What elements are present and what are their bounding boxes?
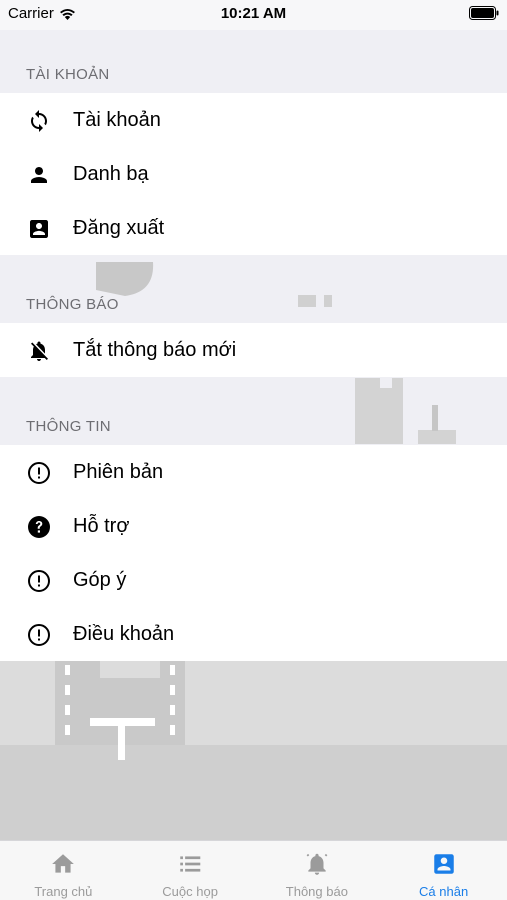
contact-card-icon — [26, 216, 52, 242]
info-circle-icon — [26, 460, 52, 486]
home-icon — [52, 854, 75, 873]
row-contacts-label: Danh bạ — [73, 163, 149, 185]
row-feedback[interactable]: Góp ý — [0, 553, 507, 607]
status-time: 10:21 AM — [220, 5, 287, 22]
help-circle-icon — [26, 514, 52, 540]
row-mute-notifications-label: Tắt thông báo mới — [73, 339, 237, 361]
list-icon — [180, 856, 201, 872]
row-terms-label: Điều khoản — [73, 623, 175, 645]
row-version-label: Phiên bản — [73, 461, 164, 483]
row-version[interactable]: Phiên bản — [0, 445, 507, 499]
section-header-info: THÔNG TIN — [26, 418, 111, 435]
info-circle-icon — [26, 622, 52, 648]
row-mute-notifications[interactable]: Tắt thông báo mới — [0, 323, 507, 377]
battery-icon — [469, 6, 499, 24]
info-group: Phiên bản Hỗ trợ Góp ý Điều khoản — [0, 445, 507, 661]
row-account[interactable]: Tài khoản — [0, 93, 507, 147]
tab-personal[interactable]: Cá nhân — [380, 841, 507, 900]
row-feedback-label: Góp ý — [73, 569, 127, 591]
tab-meetings-label: Cuộc họp — [162, 884, 218, 899]
bell-icon — [306, 853, 328, 875]
settings-screen: Carrier 10:21 AM TÀI KHOẢN Tài khoản Dan… — [0, 0, 507, 900]
row-support-label: Hỗ trợ — [73, 515, 130, 537]
tab-home-label: Trang chủ — [34, 884, 93, 899]
tab-personal-label: Cá nhân — [419, 884, 469, 899]
row-logout[interactable]: Đăng xuất — [0, 201, 507, 255]
sync-icon — [26, 108, 52, 134]
status-bar: Carrier 10:21 AM — [0, 0, 507, 30]
row-contacts[interactable]: Danh bạ — [0, 147, 507, 201]
notifications-group: Tắt thông báo mới — [0, 323, 507, 377]
tab-notifications-label: Thông báo — [285, 884, 348, 899]
info-circle-icon — [26, 568, 52, 594]
bell-off-icon — [26, 338, 52, 364]
tab-notifications[interactable]: Thông báo — [254, 841, 381, 900]
row-logout-label: Đăng xuất — [73, 217, 165, 239]
account-box-icon — [433, 854, 454, 874]
row-support[interactable]: Hỗ trợ — [0, 499, 507, 553]
tab-meetings[interactable]: Cuộc họp — [127, 841, 254, 900]
person-icon — [26, 162, 52, 188]
row-terms[interactable]: Điều khoản — [0, 607, 507, 661]
tab-bar: Trang chủ Cuộc họp Thông báo Cá nhân — [0, 840, 507, 900]
section-header-notifications: THÔNG BÁO — [26, 296, 119, 313]
tab-home[interactable]: Trang chủ — [0, 841, 127, 900]
section-header-account: TÀI KHOẢN — [26, 66, 110, 83]
row-account-label: Tài khoản — [73, 109, 161, 131]
account-group: Tài khoản Danh bạ Đăng xuất — [0, 93, 507, 255]
